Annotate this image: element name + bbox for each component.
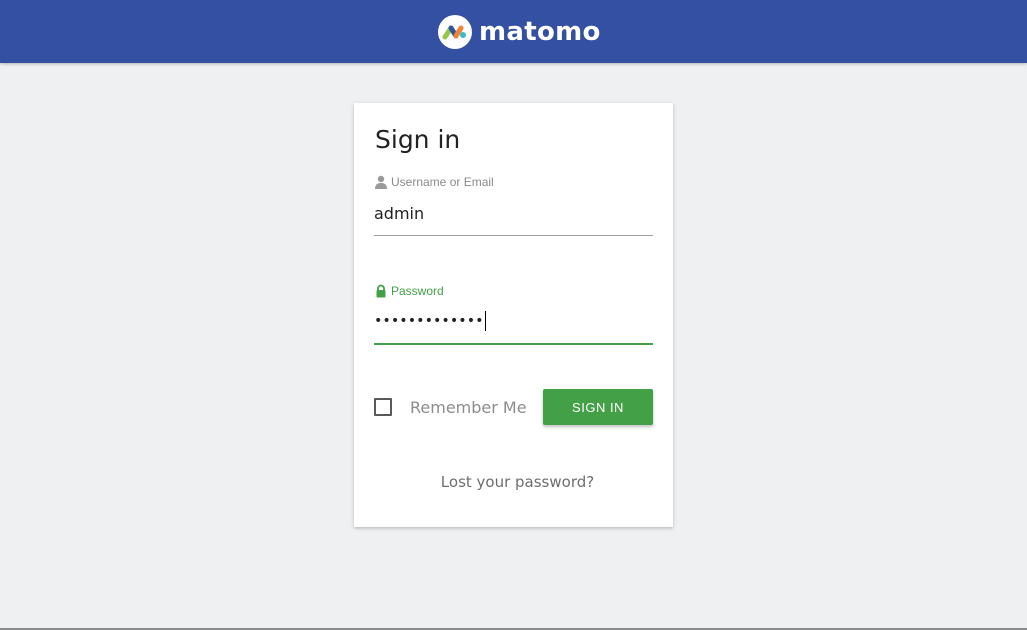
username-input[interactable] (374, 201, 653, 225)
login-card: Sign in Username or Email Password •••••… (354, 103, 673, 527)
password-masked-value: ••••••••••••• (374, 313, 484, 329)
matomo-logo[interactable]: matomo (438, 15, 601, 49)
password-underline (374, 343, 653, 345)
user-icon (374, 175, 388, 189)
username-label: Username or Email (374, 175, 494, 189)
sign-in-button[interactable]: SIGN IN (543, 389, 653, 425)
top-bar: matomo (0, 0, 1027, 63)
remember-me-checkbox[interactable] (374, 398, 392, 416)
username-underline (374, 235, 653, 236)
remember-me-label[interactable]: Remember Me (410, 398, 527, 417)
password-label: Password (374, 284, 444, 298)
username-label-text: Username or Email (391, 175, 494, 189)
text-caret (484, 311, 486, 331)
login-title: Sign in (375, 125, 461, 154)
password-label-text: Password (391, 284, 444, 298)
brand-name: matomo (479, 17, 601, 47)
lock-icon (374, 284, 388, 298)
password-input[interactable]: ••••••••••••• (374, 310, 486, 332)
lost-password-link[interactable]: Lost your password? (354, 473, 681, 491)
matomo-logo-icon (438, 15, 472, 49)
